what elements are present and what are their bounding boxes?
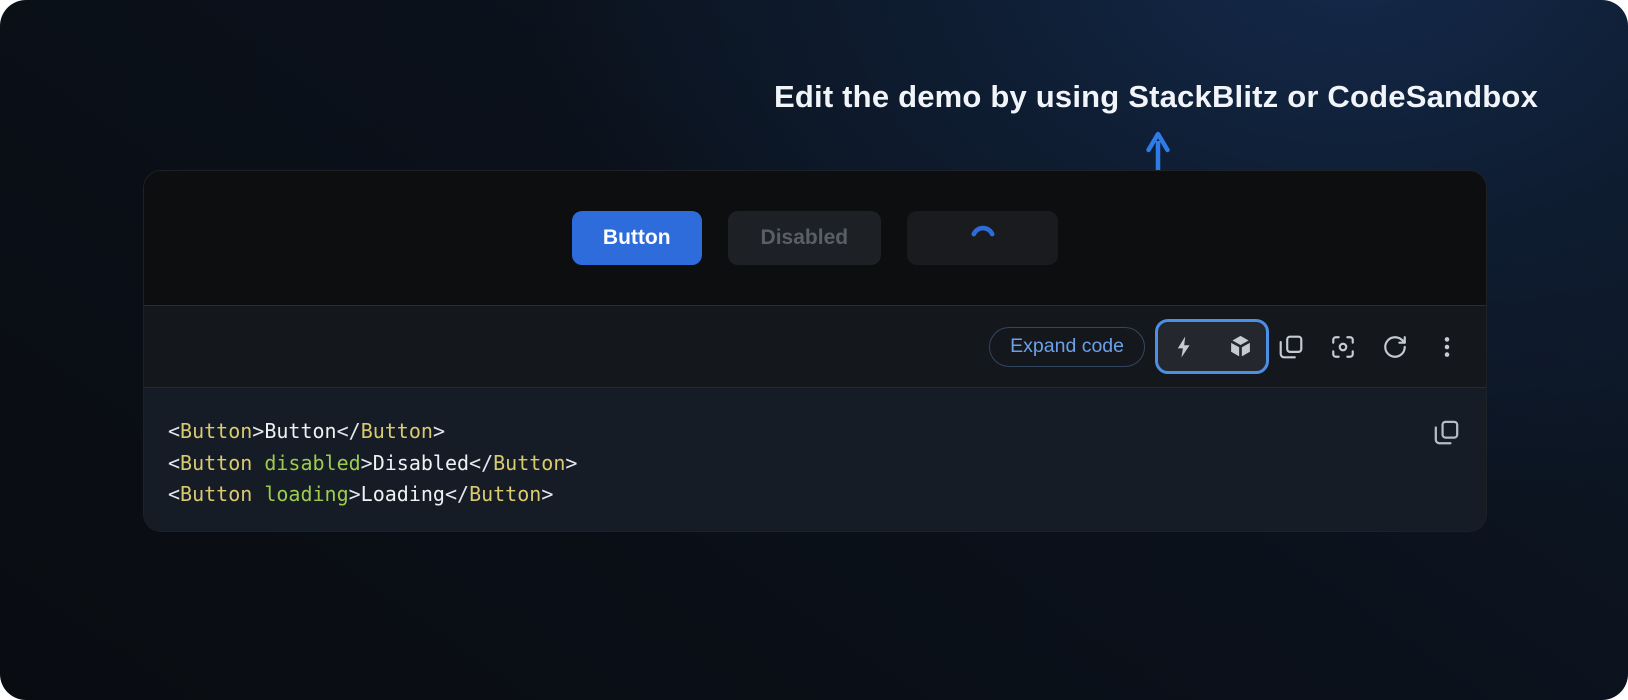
code-token: Button [180, 419, 252, 443]
annotation-title: Edit the demo by using StackBlitz or Cod… [774, 79, 1538, 115]
code-token: < [168, 451, 180, 475]
code-area: <Button>Button</Button><Button disabled>… [144, 387, 1486, 532]
code-token: > [349, 482, 361, 506]
code-line: <Button loading>Loading</Button> [168, 479, 1416, 511]
code-token: Disabled [373, 451, 469, 475]
code-line: <Button disabled>Disabled</Button> [168, 448, 1416, 480]
code-token: Loading [361, 482, 445, 506]
code-token: Button [493, 451, 565, 475]
screenshot-card: Edit the demo by using StackBlitz or Cod… [0, 0, 1628, 700]
code-token: </ [337, 419, 361, 443]
focus-frame-icon [1330, 334, 1356, 360]
refresh-demo-button[interactable] [1381, 333, 1409, 361]
code-token: Button [264, 419, 336, 443]
focus-demo-button[interactable] [1329, 333, 1357, 361]
copy-icon [1278, 334, 1304, 360]
codesandbox-cube-icon [1228, 334, 1253, 359]
loading-spinner-icon [968, 223, 998, 253]
code-token: loading [252, 482, 348, 506]
code-token: > [252, 419, 264, 443]
code-token: Button [180, 482, 252, 506]
code-token: Button [469, 482, 541, 506]
stackblitz-button[interactable] [1170, 333, 1198, 361]
demo-panel: Button Disabled Expand code [143, 170, 1487, 532]
copy-icon [1433, 419, 1460, 446]
code-token: < [168, 419, 180, 443]
stackblitz-bolt-icon [1172, 335, 1196, 359]
refresh-icon [1382, 334, 1408, 360]
demo-toolbar: Expand code [144, 305, 1486, 387]
code-block: <Button>Button</Button><Button disabled>… [144, 388, 1486, 532]
code-token: Button [361, 419, 433, 443]
code-token: disabled [252, 451, 360, 475]
kebab-menu-icon [1434, 334, 1460, 360]
edit-demo-highlight-group [1155, 319, 1269, 374]
demo-button-disabled[interactable]: Disabled [728, 211, 882, 265]
code-token: > [565, 451, 577, 475]
demo-preview-area: Button Disabled [144, 171, 1486, 305]
code-token: </ [469, 451, 493, 475]
code-token: Button [180, 451, 252, 475]
demo-button-primary[interactable]: Button [572, 211, 702, 265]
copy-demo-button[interactable] [1277, 333, 1305, 361]
demo-button-loading[interactable] [907, 211, 1058, 265]
code-token: > [541, 482, 553, 506]
toolbar-icon-row [1277, 333, 1461, 361]
code-token: < [168, 482, 180, 506]
copy-code-button[interactable] [1432, 418, 1460, 446]
code-token: > [361, 451, 373, 475]
code-token: </ [445, 482, 469, 506]
codesandbox-button[interactable] [1227, 333, 1255, 361]
code-token: > [433, 419, 445, 443]
more-options-button[interactable] [1433, 333, 1461, 361]
expand-code-button[interactable]: Expand code [989, 327, 1145, 367]
code-line: <Button>Button</Button> [168, 416, 1416, 448]
